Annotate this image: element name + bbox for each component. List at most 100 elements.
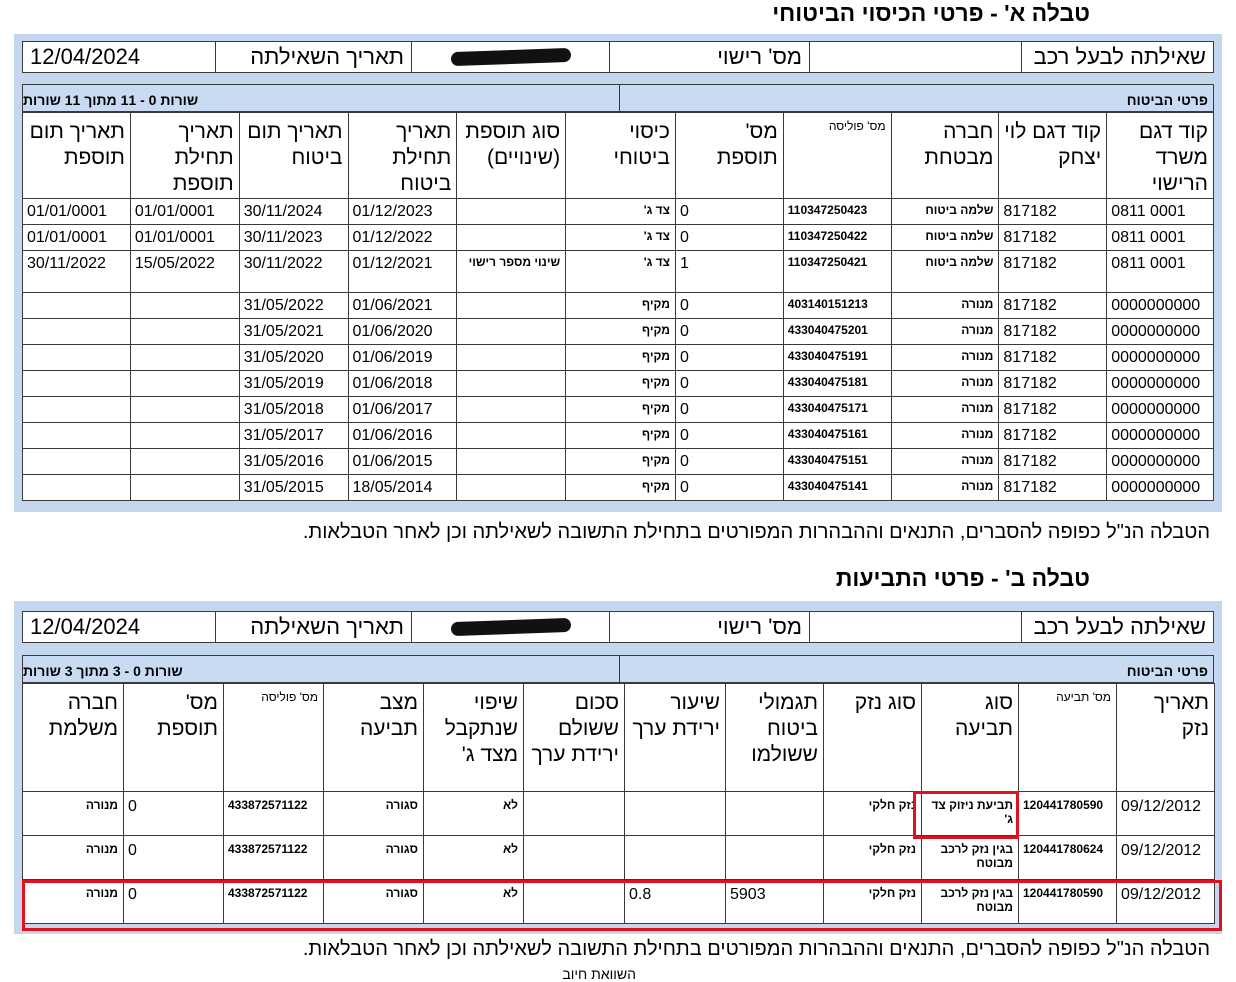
- header-third-party-indemnity: שיפוי שנתקבל מצד ג': [423, 683, 524, 792]
- table-row: 0811 0001 817182 שלמה ביטוח 110347250423 0 צד…: [22, 198, 1214, 225]
- query-date-label: תאריך השאילתה: [215, 42, 411, 72]
- cell-paying-company: מנורה: [22, 835, 124, 880]
- cell-addendum-end: [22, 318, 131, 345]
- table-header-row: קוד דגם משרד הרישוי קוד דגם לוי יצחק חבר…: [22, 112, 1214, 199]
- cell-damage-type: נזק חלקי: [823, 879, 922, 924]
- cell-addendum-start: 01/01/0001: [129, 198, 240, 225]
- cell-model-code-ministry: 0000000000: [1106, 370, 1214, 397]
- cell-insurance-start: 01/06/2021: [347, 292, 458, 319]
- cell-policy-number: 433872571122: [223, 835, 324, 880]
- cell-insurance-end: 30/11/2023: [238, 224, 349, 251]
- cell-policy-number: 433040475161: [782, 422, 892, 449]
- cell-addendum-type: [456, 370, 567, 397]
- cell-policy-number: 433872571122: [223, 879, 324, 924]
- table-b-panel: שאילתה לבעל רכב מס' רישוי תאריך השאילתה …: [14, 601, 1222, 934]
- section-label: פרטי הביטוח: [619, 656, 1213, 682]
- cell-addendum-end: [22, 344, 131, 371]
- cell-insurance-start: 01/06/2016: [347, 422, 458, 449]
- cell-addendum-number: 0: [674, 344, 784, 371]
- cell-model-code-ministry: 0000000000: [1106, 422, 1214, 449]
- cell-addendum-number: 0: [674, 448, 784, 475]
- cell-insurance-start: 01/12/2022: [347, 224, 458, 251]
- cell-model-code-ministry: 0000000000: [1106, 396, 1214, 423]
- section-label: פרטי הביטוח: [619, 85, 1213, 111]
- cell-claim-status: סגורה: [323, 835, 424, 880]
- table-b-query-row: שאילתה לבעל רכב מס' רישוי תאריך השאילתה …: [22, 611, 1214, 643]
- cell-policy-number: 433040475191: [782, 344, 892, 371]
- cell-model-code-ministry: 0000000000: [1106, 344, 1214, 371]
- cell-benefits-paid: 5903: [725, 879, 824, 924]
- cell-insurer: שלמה ביטוח: [890, 198, 1000, 225]
- cell-insurer: מנורה: [890, 396, 1000, 423]
- cell-addendum-type: [456, 396, 567, 423]
- cell-addendum-start: [129, 318, 240, 345]
- query-date-value: 12/04/2024: [30, 614, 141, 639]
- table-row: 0811 0001 817182 שלמה ביטוח 110347250422 0 צד…: [22, 224, 1214, 251]
- cell-claim-status: סגורה: [323, 791, 424, 836]
- header-claim-type: סוג תביעה: [921, 683, 1019, 792]
- cell-model-code-ministry: 0000000000: [1106, 448, 1214, 475]
- rows-summary: שורות 0 - 3 מתוך 3 שורות: [23, 663, 183, 679]
- cell-addendum-number: 0: [674, 224, 784, 251]
- cell-addendum-type: [456, 318, 567, 345]
- cell-insurance-end: 30/11/2022: [238, 250, 349, 293]
- header-claim-number: מס' תביעה: [1018, 683, 1117, 792]
- cell-insurance-start: 01/06/2018: [347, 370, 458, 397]
- cell-third-party-indemnity: לא: [423, 791, 524, 836]
- cell-coverage: מקיף: [565, 474, 676, 501]
- query-date-value: 12/04/2024: [30, 44, 141, 69]
- cell-model-code-ministry: 0000000000: [1106, 318, 1214, 345]
- cell-model-code-ministry: 0000000000: [1106, 474, 1214, 501]
- cell-policy-number: 110347250423: [782, 198, 892, 225]
- table-row: 0000000000 817182 מנורה 433040475181 0 מקיף 01…: [22, 370, 1214, 397]
- cell-addendum-number: 0: [674, 198, 784, 225]
- cell-depreciation-amount: [523, 835, 625, 880]
- cell-damage-date: 09/12/2012: [1116, 879, 1215, 924]
- table-row: 0000000000 817182 מנורה 433040475161 0 מקיף 01…: [22, 422, 1214, 449]
- cell-insurance-start: 01/12/2023: [347, 198, 458, 225]
- cell-paying-company: מנורה: [22, 791, 124, 836]
- query-date-label: תאריך השאילתה: [215, 612, 411, 642]
- cell-insurer: שלמה ביטוח: [890, 250, 1000, 293]
- cell-insurer: מנורה: [890, 370, 1000, 397]
- empty-cell: [809, 42, 1021, 72]
- cell-coverage: מקיף: [565, 370, 676, 397]
- header-model-code-levi: קוד דגם לוי יצחק: [998, 112, 1108, 199]
- cell-policy-number: 403140151213: [782, 292, 892, 319]
- cell-claim-type: תביעת ניזוק צד ג': [921, 791, 1019, 836]
- cell-claim-status: סגורה: [323, 879, 424, 924]
- cell-addendum-end: [22, 292, 131, 319]
- cell-addendum-number: 0: [674, 370, 784, 397]
- cell-benefits-paid: [725, 835, 824, 880]
- table-b-section-header: פרטי הביטוח שורות 0 - 3 מתוך 3 שורות: [22, 655, 1214, 683]
- cell-insurer: מנורה: [890, 422, 1000, 449]
- cell-coverage: צד ג': [565, 250, 676, 293]
- cell-model-code-levi: 817182: [998, 292, 1108, 319]
- cell-insurance-end: 31/05/2020: [238, 344, 349, 371]
- cell-coverage: צד ג': [565, 224, 676, 251]
- cut-off-text: השוואת חיוב: [562, 966, 636, 982]
- cell-addendum-type: [456, 292, 567, 319]
- cell-addendum-start: 15/05/2022: [129, 250, 240, 293]
- cell-model-code-ministry: 0811 0001: [1106, 198, 1214, 225]
- cell-insurer: מנורה: [890, 344, 1000, 371]
- header-paying-company: חברה משלמת: [22, 683, 124, 792]
- header-addendum-number: מס' תוספת: [123, 683, 224, 792]
- cell-policy-number: 433040475151: [782, 448, 892, 475]
- cell-addendum-start: [129, 474, 240, 501]
- cell-insurer: מנורה: [890, 448, 1000, 475]
- cell-addendum-type: [456, 198, 567, 225]
- cell-insurance-end: 31/05/2017: [238, 422, 349, 449]
- cell-depreciation-amount: [523, 879, 625, 924]
- owner-query-label: שאילתה לבעל רכב: [1021, 42, 1213, 72]
- cell-model-code-levi: 817182: [998, 396, 1108, 423]
- cell-policy-number: 433872571122: [223, 791, 324, 836]
- cell-policy-number: 110347250422: [782, 224, 892, 251]
- cell-addendum-end: [22, 370, 131, 397]
- cell-addendum-end: 30/11/2022: [22, 250, 131, 293]
- cell-claim-type: בגין נזק לרכב מבוטח: [921, 879, 1019, 924]
- header-insurer: חברה מבטחת: [890, 112, 1000, 199]
- cell-addendum-number: 0: [674, 318, 784, 345]
- cell-third-party-indemnity: לא: [423, 835, 524, 880]
- cell-addendum-start: [129, 292, 240, 319]
